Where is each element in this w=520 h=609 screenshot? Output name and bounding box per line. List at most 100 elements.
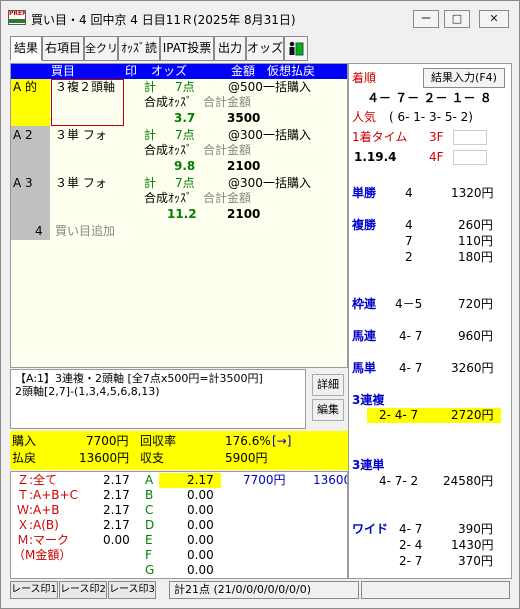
ipat-vote-button[interactable]: IPAT投票 — [160, 36, 214, 61]
stat-key: B — [145, 488, 154, 502]
result-panel: 着順 結果入力(F4) ４－ ７－ ２－ １－ ８ 人気 ( 6- 1- 3- … — [348, 63, 512, 579]
payout-combo: 4- 7 — [399, 522, 423, 536]
stat-value: 0.00 — [187, 563, 214, 577]
stat-key: Ｘ:A(B) — [17, 518, 59, 532]
4f-field[interactable] — [453, 150, 487, 165]
return-rate: 176.6% — [225, 434, 271, 448]
kei-label: 計 — [144, 80, 157, 94]
chaku-label: 着順 — [352, 71, 377, 85]
payout-amount: 390円 — [458, 522, 493, 536]
maximize-button[interactable]: □ — [444, 10, 470, 28]
add-bet-label: 買い目追加 — [55, 224, 116, 238]
main-window: PREM 買い目・4 回中京 4 日目11Ｒ(2025年 8月31日) ー □ … — [0, 0, 520, 609]
stat-key: Ｍ:マーク — [17, 533, 70, 547]
tab-race-mark-1[interactable]: レース印1 — [10, 581, 58, 599]
status-bar: 計21点 (21/0/0/0/0/0/0/0) — [169, 581, 359, 599]
return-rate-arrow-button[interactable]: [→] — [272, 434, 291, 449]
payout-type: ワイド — [352, 522, 389, 536]
row-label: A 的 — [13, 80, 38, 94]
purchase-mode: 一括購入 — [263, 128, 312, 142]
unit-amount: @300 — [228, 176, 263, 190]
buy-label: 購入 — [12, 434, 37, 448]
points: 7点 — [175, 128, 195, 142]
kei-label: 計 — [144, 128, 157, 142]
bet-type: ３単 フォ — [55, 128, 107, 142]
bet-table: 買目 印 オッズ 金額 仮想払戻 A 的 ３複２頭軸 計 7点 @500 一括購… — [10, 63, 348, 368]
payout-amount: 13600円 — [79, 451, 130, 465]
output-button[interactable]: 出力 — [214, 36, 246, 61]
bottom-bar: レース印1 レース印2 レース印3 計21点 (21/0/0/0/0/0/0/0… — [10, 581, 510, 599]
payout-type: 単勝 — [352, 186, 377, 200]
result-input-button[interactable]: 結果入力(F4) — [423, 68, 505, 88]
desc-line-2: 2頭軸[2,7]-(1,3,4,5,6,8,13) — [15, 385, 160, 398]
stat-value: 0.00 — [187, 488, 214, 502]
row-label: A 3 — [13, 176, 33, 190]
total-amount-label: 合計金額 — [203, 191, 252, 205]
payout-amount: 260円 — [458, 218, 493, 232]
return-rate-label: 回収率 — [140, 434, 177, 448]
composite-odds-label: 合成ｵｯｽﾞ — [144, 191, 193, 205]
payout-amount: 370円 — [458, 554, 493, 568]
time-label: 1着タイム — [352, 130, 408, 144]
header-harai: 仮想払戻 — [267, 64, 316, 78]
odds-button[interactable]: オッズ — [246, 36, 284, 61]
payout-combo: 4- 7- 2 — [379, 474, 419, 488]
stat-value: 2.17 — [103, 473, 130, 487]
bet-description: 【A:1】3連複・2頭軸 [全7点x500円=計3500円] 2頭軸[2,7]-… — [10, 369, 306, 429]
composite-odds: 11.2 — [167, 207, 197, 221]
person-icon[interactable] — [284, 36, 308, 61]
points: 7点 — [175, 80, 195, 94]
stat-value: 0.00 — [103, 533, 130, 547]
clear-all-button[interactable]: 全クリア — [84, 36, 129, 61]
3f-field[interactable] — [453, 130, 487, 145]
total-amount-label: 合計金額 — [203, 95, 252, 109]
total-amount: 3500 — [227, 111, 261, 125]
detail-button[interactable]: 詳細 — [312, 374, 344, 396]
row-number: 4 — [35, 224, 43, 238]
app-icon: PREM — [8, 10, 26, 25]
balance-amount: 5900円 — [225, 451, 268, 465]
payout-combo: 2- 7 — [399, 554, 423, 568]
stats-panel: Ｚ:全て 2.17 Ｔ:A+B+C 2.17 Ｗ:A+B 2.17 Ｘ:A(B)… — [10, 471, 348, 579]
payout-combo: 4 — [405, 186, 413, 200]
stat-key: C — [145, 503, 154, 517]
payout-combo: 2- 4 — [399, 538, 423, 552]
composite-odds-label: 合成ｵｯｽﾞ — [144, 143, 193, 157]
tab-race-mark-3[interactable]: レース印3 — [108, 581, 156, 599]
purchase-mode: 一括購入 — [263, 176, 312, 190]
stat-value: 2.17 — [103, 488, 130, 502]
payout-type: 3連複 — [352, 393, 385, 407]
stat-pay: 13600 — [313, 473, 348, 487]
payout-label: 払戻 — [12, 451, 37, 465]
stat-key: Ｗ:A+B — [17, 503, 60, 517]
minimize-button[interactable]: ー — [413, 10, 439, 28]
total-amount: 2100 — [227, 207, 261, 221]
stat-key: D — [145, 518, 155, 532]
stat-value: 2.17 — [187, 473, 214, 487]
total-amount: 2100 — [227, 159, 261, 173]
payout-combo: 2- 4- 7 — [379, 408, 419, 422]
winning-time: 1.19.4 — [354, 150, 397, 164]
edit-button[interactable]: 編集 — [312, 399, 344, 421]
stat-value: 2.17 — [103, 518, 130, 532]
payout-type: 3連単 — [352, 458, 385, 472]
header-kaime: 買目 — [51, 64, 76, 78]
payout-amount: 180円 — [458, 250, 493, 264]
kei-label: 計 — [144, 176, 157, 190]
3f-label: 3F — [429, 130, 444, 144]
points: 7点 — [175, 176, 195, 190]
tab-race-mark-2[interactable]: レース印2 — [59, 581, 107, 599]
stat-buy: 7700円 — [243, 473, 286, 487]
payout-combo: 4- 7 — [399, 361, 423, 375]
stat-key: （M金額） — [13, 548, 72, 562]
payout-combo: 7 — [405, 234, 413, 248]
header-odds: オッズ — [151, 64, 188, 78]
4f-label: 4F — [429, 150, 444, 164]
right-item-button[interactable]: 右項目 — [42, 36, 84, 61]
tab-result[interactable]: 結果 — [10, 36, 42, 61]
odds-read-button[interactable]: ｵｯｽﾞ読 — [118, 36, 160, 61]
total-amount-label: 合計金額 — [203, 143, 252, 157]
balance-label: 収支 — [140, 451, 165, 465]
close-button[interactable]: ✕ — [479, 10, 509, 28]
payout-type: 馬単 — [352, 361, 377, 375]
